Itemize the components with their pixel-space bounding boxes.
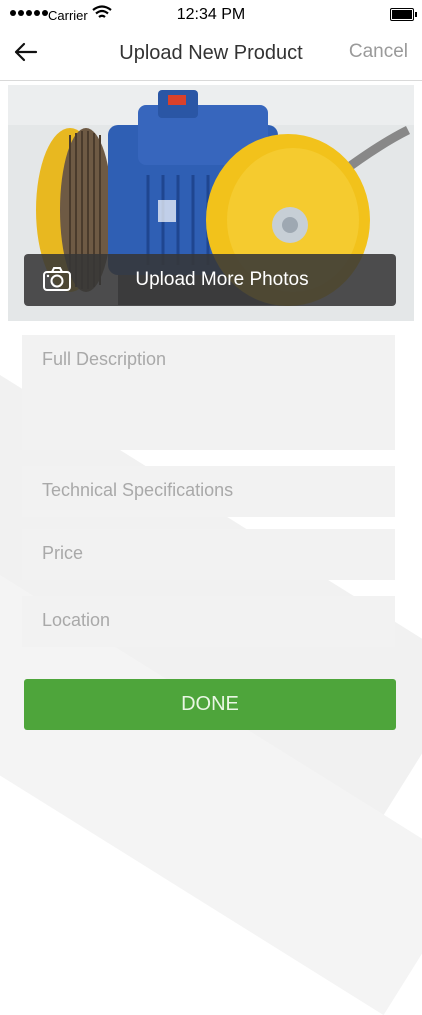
upload-more-photos-label: Upload More Photos <box>135 269 309 290</box>
location-field[interactable]: Location <box>22 596 395 647</box>
battery-icon <box>390 8 417 21</box>
technical-specifications-field[interactable]: Technical Specifications <box>22 466 395 517</box>
cancel-button[interactable]: Cancel <box>349 41 408 63</box>
navigation-bar: Upload New Product Cancel <box>0 30 422 81</box>
price-field[interactable]: Price <box>22 529 395 580</box>
full-description-field[interactable]: Full Description <box>22 335 395 450</box>
done-button[interactable]: DONE <box>24 679 396 730</box>
status-time: 12:34 PM <box>176 6 246 23</box>
upload-more-photos-button[interactable]: Upload More Photos <box>24 254 396 306</box>
product-photo[interactable]: Upload More Photos <box>8 85 414 321</box>
status-bar: Carrier 12:34 PM <box>0 0 422 30</box>
